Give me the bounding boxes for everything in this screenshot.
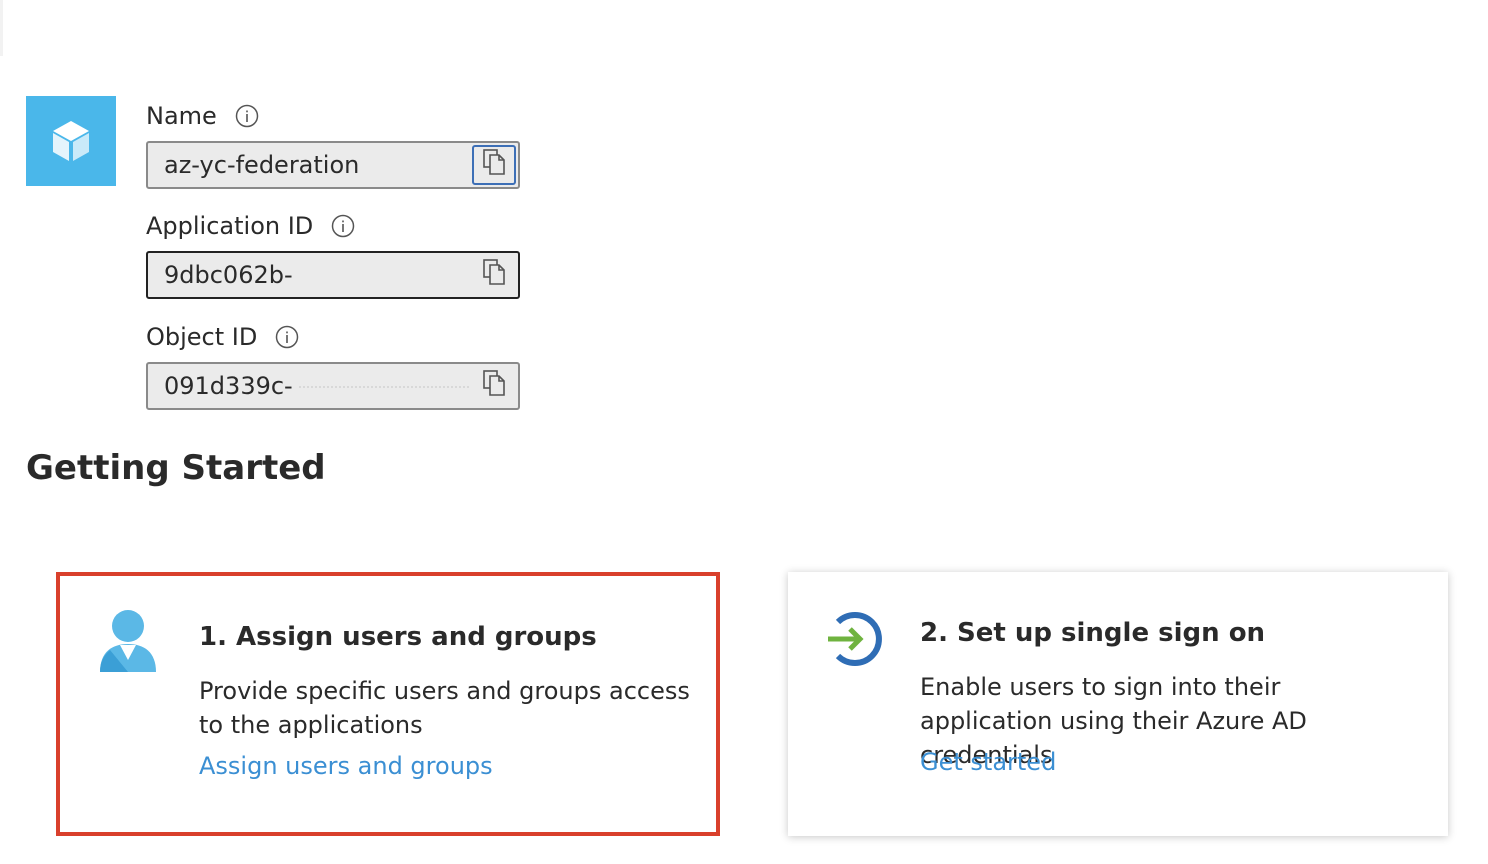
- assign-users-card[interactable]: 1. Assign users and groups Provide speci…: [56, 572, 720, 836]
- copy-name-button[interactable]: [472, 145, 516, 185]
- getting-started-title: Getting Started: [26, 448, 326, 488]
- application-id-value: 9dbc062b-: [164, 261, 293, 289]
- object-id-label: Object ID: [146, 323, 258, 351]
- name-field-group: Name az-yc-federation: [146, 101, 520, 189]
- assign-users-link[interactable]: Assign users and groups: [199, 752, 493, 780]
- single-sign-on-card[interactable]: 2. Set up single sign on Enable users to…: [788, 572, 1448, 836]
- assign-users-card-title: 1. Assign users and groups: [199, 622, 597, 652]
- name-value: az-yc-federation: [164, 151, 360, 179]
- info-icon[interactable]: [235, 104, 259, 128]
- copy-icon: [483, 149, 505, 181]
- application-id-label: Application ID: [146, 212, 314, 240]
- copy-object-id-button[interactable]: [472, 366, 516, 406]
- name-field[interactable]: az-yc-federation: [146, 141, 520, 189]
- get-started-link[interactable]: Get started: [920, 748, 1056, 776]
- object-id-field-group: Object ID 091d339c-: [146, 322, 520, 410]
- app-cube-icon: [26, 96, 116, 186]
- application-id-field[interactable]: 9dbc062b-: [146, 251, 520, 299]
- copy-icon: [483, 370, 505, 402]
- single-sign-on-card-title: 2. Set up single sign on: [920, 618, 1266, 648]
- name-label: Name: [146, 102, 217, 130]
- user-icon: [98, 608, 158, 678]
- application-id-field-group: Application ID 9dbc062b-: [146, 211, 520, 299]
- info-icon[interactable]: [275, 325, 299, 349]
- object-id-field[interactable]: 091d339c-: [146, 362, 520, 410]
- sign-in-arrow-icon: [826, 612, 882, 670]
- left-edge-divider: [0, 0, 3, 56]
- copy-icon: [483, 259, 505, 291]
- assign-users-card-description: Provide specific users and groups access…: [199, 677, 690, 739]
- copy-application-id-button[interactable]: [472, 255, 516, 295]
- object-id-value: 091d339c-: [164, 372, 469, 400]
- info-icon[interactable]: [331, 214, 355, 238]
